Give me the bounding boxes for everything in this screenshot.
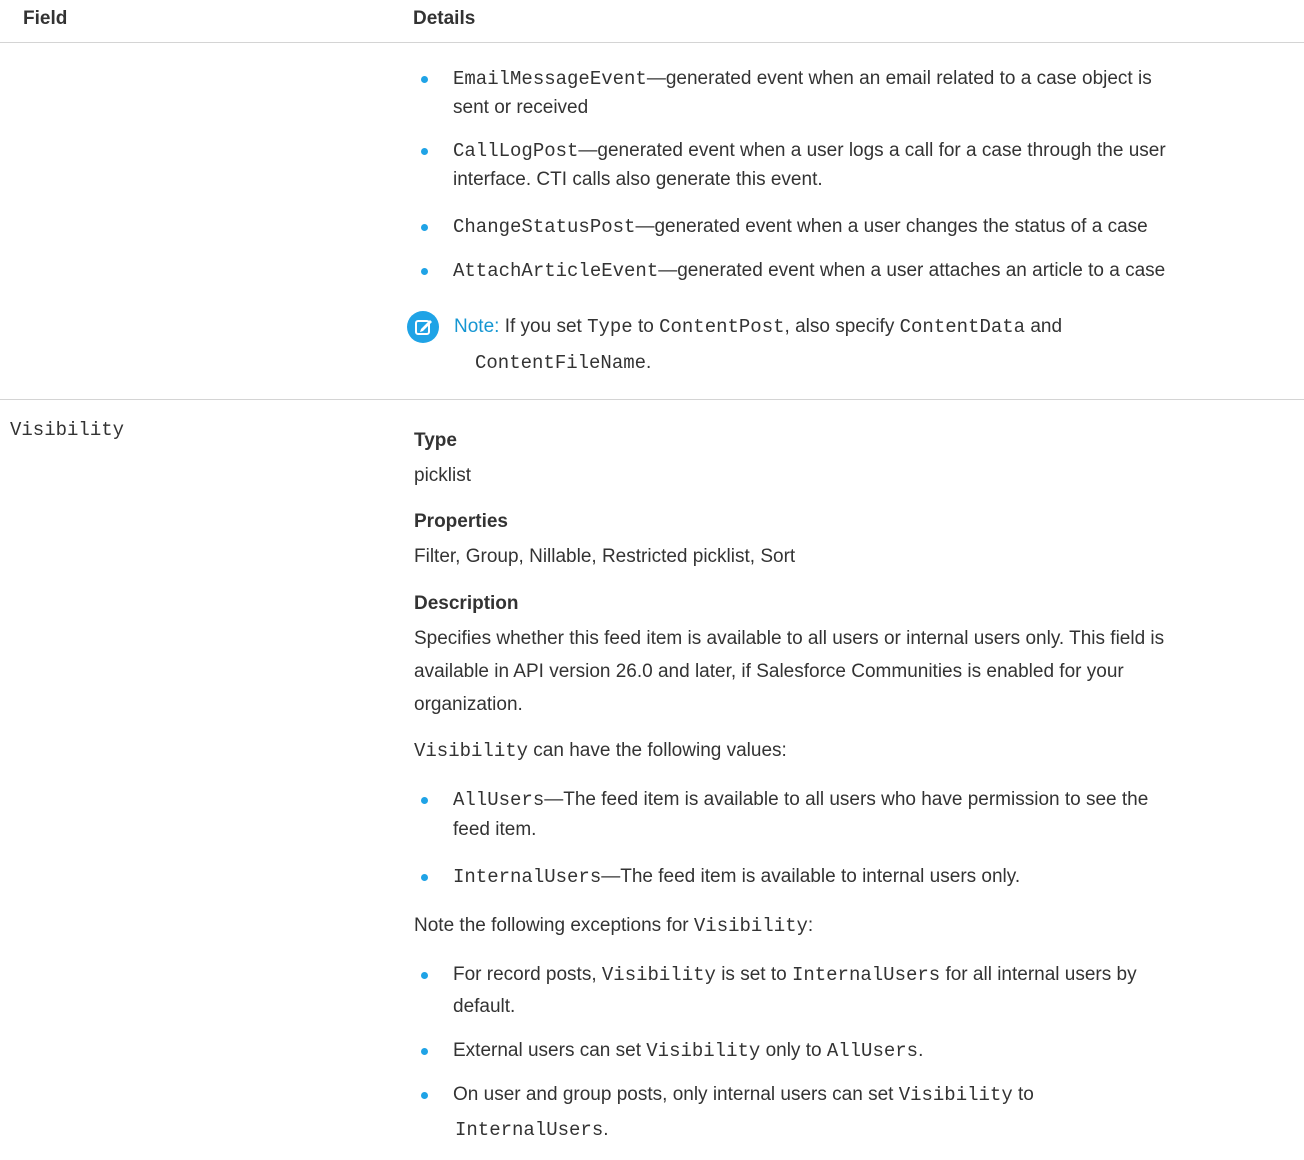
list-item-continuation: interface. CTI calls also generate this … [453, 169, 823, 190]
code-visibility: Visibility [693, 915, 808, 937]
exception-text: to [1012, 1084, 1034, 1105]
value-code: CallLogPost [453, 140, 579, 162]
code-internalusers: InternalUsers [791, 964, 941, 986]
value-code: ChangeStatusPost [453, 216, 636, 238]
bullet-dot [421, 76, 428, 83]
list-item: ChangeStatusPost—generated event when a … [453, 215, 1148, 239]
code-allusers: AllUsers [826, 1040, 919, 1062]
list-item: AttachArticleEvent—generated event when … [453, 259, 1165, 283]
exception-text: is set to [715, 964, 792, 985]
bullet-dot [421, 1048, 428, 1055]
value-description: —generated event when an email related t… [646, 68, 1152, 89]
code-visibility: Visibility [646, 1040, 761, 1062]
exception-text: On user and group posts, only internal u… [453, 1084, 899, 1105]
description-label: Description [414, 593, 519, 614]
description-line: Specifies whether this feed item is avai… [414, 628, 1165, 649]
field-name-visibility: Visibility [10, 419, 125, 441]
bullet-dot [421, 224, 428, 231]
list-item: External users can set Visibility only t… [453, 1039, 923, 1063]
value-code: InternalUsers [453, 866, 602, 888]
description-line: available in API version 26.0 and later,… [414, 661, 1124, 682]
value-description: —generated event when a user logs a call… [578, 140, 1166, 161]
exceptions-intro-end: : [807, 915, 814, 936]
exception-text: for all internal users by [940, 964, 1137, 985]
note-text: Note: If you set Type to ContentPost, al… [454, 315, 1062, 339]
exception-text: only to [760, 1040, 827, 1061]
column-header-details: Details [413, 8, 476, 29]
description-line: organization. [414, 694, 523, 715]
note-label: Note: [454, 316, 500, 337]
list-item-continuation: default. [453, 996, 516, 1017]
list-item: For record posts, Visibility is set to I… [453, 963, 1137, 987]
bullet-dot [421, 874, 428, 881]
list-item-continuation: sent or received [453, 97, 589, 118]
value-description: —generated event when a user attaches an… [658, 260, 1166, 281]
type-value: picklist [414, 465, 472, 486]
edit-icon [407, 311, 439, 343]
bullet-dot [421, 972, 428, 979]
value-description: —generated event when a user changes the… [635, 216, 1148, 237]
values-intro: Visibility can have the following values… [414, 739, 787, 763]
value-code: AttachArticleEvent [453, 260, 659, 282]
header-divider [0, 42, 1304, 43]
values-intro-text: can have the following values: [528, 740, 787, 761]
code-visibility: Visibility [414, 740, 529, 762]
value-code: AllUsers [453, 789, 545, 811]
properties-label: Properties [414, 511, 508, 532]
note-text-continuation: ContentFileName. [475, 351, 651, 375]
bullet-dot [421, 268, 428, 275]
exception-text: External users can set [453, 1040, 647, 1061]
code-visibility: Visibility [601, 964, 716, 986]
note-fragment: to [632, 316, 660, 337]
code-contentdata: ContentData [899, 316, 1026, 338]
code-contentfilename: ContentFileName [475, 352, 647, 374]
code-visibility: Visibility [898, 1084, 1013, 1106]
code-contentpost: ContentPost [659, 316, 785, 338]
bullet-dot [421, 797, 428, 804]
type-label: Type [414, 430, 457, 451]
bullet-dot [421, 148, 428, 155]
exceptions-intro: Note the following exceptions for Visibi… [414, 914, 813, 938]
list-item-continuation: feed item. [453, 819, 537, 840]
list-item: CallLogPost—generated event when a user … [453, 139, 1166, 163]
value-description: —The feed item is available to internal … [601, 866, 1021, 887]
value-description: —The feed item is available to all users… [544, 789, 1149, 810]
list-item: EmailMessageEvent—generated event when a… [453, 67, 1152, 91]
properties-value: Filter, Group, Nillable, Restricted pick… [414, 546, 796, 567]
list-item: InternalUsers—The feed item is available… [453, 865, 1020, 889]
exception-text: . [603, 1119, 609, 1140]
code-type: Type [587, 316, 633, 338]
exception-text: For record posts, [453, 964, 602, 985]
note-fragment: , also specify [784, 316, 900, 337]
list-item-continuation: InternalUsers. [455, 1118, 609, 1142]
note-fragment: If you set [499, 316, 588, 337]
code-internalusers: InternalUsers [455, 1119, 604, 1141]
note-fragment: and [1025, 316, 1063, 337]
list-item: AllUsers—The feed item is available to a… [453, 788, 1148, 812]
column-header-field: Field [23, 8, 68, 29]
exception-text: . [918, 1040, 924, 1061]
bullet-dot [421, 1092, 428, 1099]
note-fragment: . [646, 352, 652, 373]
row-divider [0, 399, 1304, 400]
exceptions-intro-text: Note the following exceptions for [414, 915, 694, 936]
list-item: On user and group posts, only internal u… [453, 1083, 1034, 1107]
value-code: EmailMessageEvent [453, 68, 647, 90]
